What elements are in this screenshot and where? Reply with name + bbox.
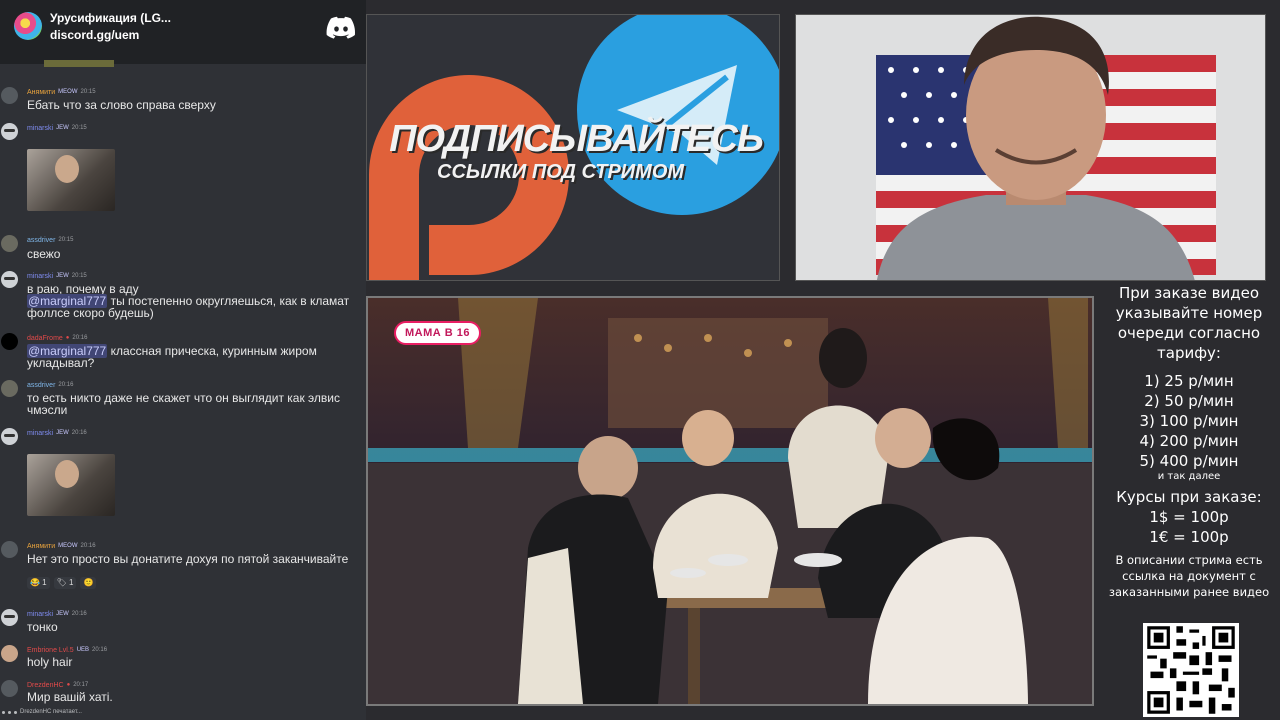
username[interactable]: minarski xyxy=(27,430,53,437)
message-text: свежо xyxy=(27,247,61,261)
tariff-item: 2) 50 р/мин xyxy=(1144,392,1234,410)
username[interactable]: Анямити xyxy=(27,89,55,96)
message-image-attachment[interactable] xyxy=(27,454,115,516)
username[interactable]: assdriver xyxy=(27,382,55,389)
avatar[interactable] xyxy=(1,609,18,626)
role-badge: MEOW xyxy=(58,543,78,549)
timestamp: 20:15 xyxy=(58,237,74,243)
tariff-item: 5) 400 р/мин xyxy=(1139,452,1239,470)
avatar[interactable] xyxy=(1,680,18,697)
username[interactable]: minarski xyxy=(27,611,53,618)
timestamp: 20:17 xyxy=(73,682,89,688)
timestamp: 20:16 xyxy=(92,647,108,653)
avatar[interactable] xyxy=(1,271,18,288)
order-info-panel: При заказе видео указывайте номер очеред… xyxy=(1100,283,1278,600)
tariff-and-so-on: и так далее xyxy=(1157,471,1221,482)
tariff-item: 4) 200 р/мин xyxy=(1139,432,1239,450)
timestamp: 20:16 xyxy=(72,335,88,341)
message-text: holy hair xyxy=(27,655,73,669)
role-badge: JEW xyxy=(56,430,69,436)
avatar[interactable] xyxy=(1,333,18,350)
add-reaction[interactable]: 🙂 xyxy=(80,577,97,589)
reaction-laugh[interactable]: 😂 1 xyxy=(27,577,50,589)
status-icon: ● xyxy=(66,682,71,688)
rate-item: 1$ = 100р xyxy=(1149,508,1229,526)
promo-subtitle: ССЫЛКИ ПОД СТРИМОМ xyxy=(437,161,685,183)
promo-banner: ПОДПИСЫВАЙТЕСЬ ССЫЛКИ ПОД СТРИМОМ xyxy=(366,14,780,281)
timestamp: 20:16 xyxy=(71,430,87,436)
rates-title: Курсы при заказе: xyxy=(1116,488,1262,506)
username[interactable]: minarski xyxy=(27,273,53,280)
timestamp: 20:15 xyxy=(71,125,87,131)
avatar[interactable] xyxy=(1,645,18,662)
avatar[interactable] xyxy=(1,428,18,445)
message-text: Нет это просто вы донатите дохуя по пято… xyxy=(27,552,349,566)
tariff-item: 1) 25 р/мин xyxy=(1144,372,1234,390)
discord-chat-panel: Урусификация (LG... discord.gg/uem Анями… xyxy=(0,0,366,720)
avatar[interactable] xyxy=(1,123,18,140)
message-text: тонко xyxy=(27,620,58,634)
server-invite-link[interactable]: discord.gg/uem xyxy=(50,28,139,42)
username[interactable]: dadaFrome xyxy=(27,335,63,342)
previous-image-edge xyxy=(44,60,114,67)
server-name: Урусификация (LG... xyxy=(50,11,171,25)
promo-title: ПОДПИСЫВАЙТЕСЬ xyxy=(389,118,764,160)
role-badge: UEB xyxy=(76,647,90,653)
message-text: Мир вашій хаті. xyxy=(27,690,113,704)
show-logo-badge: МАМА В 16 xyxy=(394,321,482,345)
username[interactable]: minarski xyxy=(27,125,53,132)
timestamp: 20:16 xyxy=(80,543,96,549)
username[interactable]: DrezdenHC xyxy=(27,682,64,689)
qr-code-icon[interactable] xyxy=(1143,623,1239,717)
message-text: то есть никто даже не скажет что он выгл… xyxy=(27,391,340,417)
order-instructions: При заказе видео указывайте номер очеред… xyxy=(1115,284,1263,362)
message-text: @marginal777 классная прическа, куринным… xyxy=(27,344,357,369)
tariff-item: 3) 100 р/мин xyxy=(1139,412,1239,430)
username[interactable]: Embrione Lvl.5 xyxy=(27,647,74,654)
typing-text: DrezdenHC печатает... xyxy=(20,709,82,715)
restaurant-scene xyxy=(368,298,1092,704)
timestamp: 20:16 xyxy=(71,611,87,617)
message-text: Ебать что за слово справа сверху xyxy=(27,98,216,112)
timestamp: 20:15 xyxy=(71,273,87,279)
username[interactable]: assdriver xyxy=(27,237,55,244)
avatar[interactable] xyxy=(1,541,18,558)
message-image-attachment[interactable] xyxy=(27,149,115,211)
show-video-player[interactable]: МАМА В 16 xyxy=(366,296,1094,706)
timestamp: 20:16 xyxy=(58,382,74,388)
reaction-tag[interactable]: 🏷 1 xyxy=(53,577,77,589)
message-text: в раю, почему в аду @marginal777 ты пост… xyxy=(27,283,357,319)
role-badge: JEW xyxy=(56,611,69,617)
username[interactable]: Анямити xyxy=(27,543,55,550)
telegram-logo-icon xyxy=(577,15,779,215)
status-icon: ● xyxy=(65,335,70,341)
avatar[interactable] xyxy=(1,380,18,397)
description-note: В описании стрима есть ссылка на докумен… xyxy=(1108,553,1270,599)
rate-item: 1€ = 100р xyxy=(1149,528,1229,546)
avatar[interactable] xyxy=(1,235,18,252)
typing-indicator: DrezdenHC печатает... xyxy=(2,709,82,715)
timestamp: 20:15 xyxy=(80,89,96,95)
reaction-bar: 😂 1 🏷 1 🙂 xyxy=(27,577,97,589)
avatar[interactable] xyxy=(1,87,18,104)
chat-header: Урусификация (LG... discord.gg/uem xyxy=(0,0,366,64)
role-badge: JEW xyxy=(56,273,69,279)
server-icon xyxy=(14,12,42,40)
role-badge: MEOW xyxy=(58,89,78,95)
streamer-silhouette xyxy=(877,16,1195,280)
webcam-feed xyxy=(795,14,1266,281)
role-badge: JEW xyxy=(56,125,69,131)
discord-logo-icon xyxy=(326,16,356,39)
